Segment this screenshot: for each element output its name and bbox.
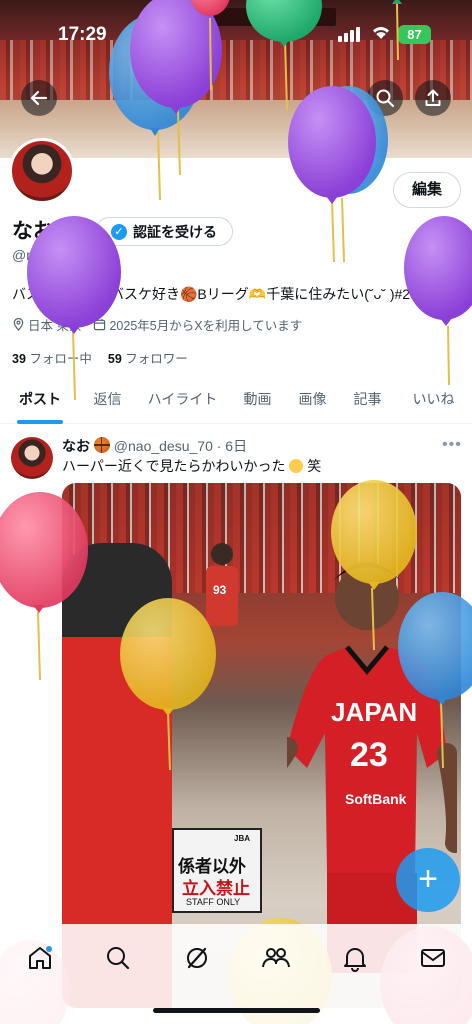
- verified-badge-icon: ✓: [111, 223, 127, 240]
- search-button[interactable]: [367, 80, 403, 116]
- post-author-name[interactable]: なお: [62, 438, 90, 454]
- back-button[interactable]: [21, 80, 57, 116]
- nav-home[interactable]: [20, 938, 60, 978]
- tab-videos[interactable]: 動画: [230, 378, 285, 424]
- profile-location: 日本 東京: [12, 315, 81, 334]
- sign-logo-text: JBA: [234, 834, 251, 843]
- nav-communities[interactable]: [256, 938, 296, 978]
- tab-likes[interactable]: いいね: [395, 378, 472, 424]
- photo-staff-only-sign: JBA 係者以外 立入禁止 STAFF ONLY: [172, 828, 262, 913]
- photo-staff-figure: 93: [206, 543, 238, 626]
- following-count: 39: [12, 352, 26, 366]
- tab-highlights[interactable]: ハイライト: [135, 378, 230, 424]
- cellular-signal-icon: [338, 26, 360, 42]
- profile-avatar[interactable]: [9, 138, 75, 204]
- profile-location-text: 日本 東京: [28, 319, 82, 333]
- share-icon: [425, 89, 441, 106]
- post-text: ハーパー近くで見たらかわいかった 笑: [62, 456, 321, 476]
- compose-post-button[interactable]: +: [396, 848, 460, 912]
- notifications-icon: [344, 948, 366, 972]
- photo-bench-number: 93: [213, 583, 227, 597]
- banner-court: [0, 100, 472, 158]
- tab-posts[interactable]: ポスト: [0, 378, 80, 424]
- status-bar: 17:29 87: [0, 0, 472, 60]
- profile-name: なお: [12, 215, 76, 245]
- get-verified-button[interactable]: ✓ 認証を受ける: [95, 217, 233, 246]
- nav-notifications[interactable]: [335, 938, 375, 978]
- profile-joined-text: 2025年5月からXを利用しています: [109, 319, 303, 333]
- profile-follow-stats: 39 フォロー中 59 フォロワー: [12, 348, 188, 367]
- messages-icon: [421, 949, 445, 967]
- basketball-emoji-icon: [59, 224, 76, 240]
- post-header: なお @nao_desu_70 · 6日: [62, 436, 247, 456]
- jersey-sponsor: SoftBank: [345, 791, 407, 807]
- edit-profile-button[interactable]: 編集: [393, 172, 461, 208]
- jersey-text: JAPAN: [331, 697, 417, 727]
- search-icon: [107, 947, 130, 970]
- jersey-number: 23: [350, 736, 388, 774]
- post-text-body: ハーパー近くで見たらかわいかった: [62, 458, 286, 474]
- nav-grok[interactable]: [177, 938, 217, 978]
- sign-text-line2: 立入禁止: [182, 879, 250, 898]
- share-button[interactable]: [415, 80, 451, 116]
- status-time: 17:29: [58, 24, 107, 45]
- location-pin-icon: [13, 318, 24, 331]
- profile-bio: バスケ未経験のバスケ好き🏀Bリーグ🫶千葉に住みたい(˘ᴗ˘ )#2🫶: [12, 286, 428, 302]
- tab-replies[interactable]: 返信: [80, 378, 135, 424]
- followers-count: 59: [107, 352, 122, 366]
- communities-icon: [262, 948, 290, 968]
- following-label: フォロー中: [29, 352, 92, 366]
- tab-articles[interactable]: 記事: [340, 378, 395, 424]
- profile-joined: 2025年5月からXを利用しています: [93, 315, 302, 334]
- nav-messages[interactable]: [413, 938, 453, 978]
- home-icon: [29, 946, 52, 969]
- sign-text-line3: STAFF ONLY: [186, 897, 241, 907]
- wifi-icon: [373, 27, 389, 39]
- search-icon: [376, 89, 395, 108]
- profile-tabs: ポスト 返信 ハイライト 動画 画像 記事 いいね: [0, 378, 472, 424]
- post-text-suffix: 笑: [307, 458, 322, 474]
- post-more-button[interactable]: •••: [442, 436, 462, 454]
- arrow-left-icon: [30, 90, 48, 106]
- get-verified-label: 認証を受ける: [133, 223, 217, 240]
- following-link[interactable]: 39 フォロー中: [12, 348, 92, 367]
- profile-meta: 日本 東京 2025年5月からXを利用しています: [12, 315, 302, 334]
- grok-icon: [187, 947, 207, 969]
- battery-indicator: 87: [398, 25, 431, 44]
- tab-media[interactable]: 画像: [285, 378, 340, 424]
- profile-handle: @nao_desu_70: [12, 247, 112, 263]
- nav-search[interactable]: [98, 938, 138, 978]
- calendar-icon: [94, 318, 106, 331]
- followers-link[interactable]: 59 フォロワー: [108, 348, 188, 367]
- smiling-face-emoji-icon: [289, 459, 304, 473]
- home-indicator: [153, 1008, 320, 1013]
- post-handle-time[interactable]: @nao_desu_70 · 6日: [114, 438, 247, 454]
- post-author-avatar[interactable]: [11, 437, 53, 479]
- basketball-emoji-icon: [93, 437, 110, 453]
- followers-label: フォロワー: [125, 352, 188, 366]
- profile-name-text: なお: [12, 220, 54, 243]
